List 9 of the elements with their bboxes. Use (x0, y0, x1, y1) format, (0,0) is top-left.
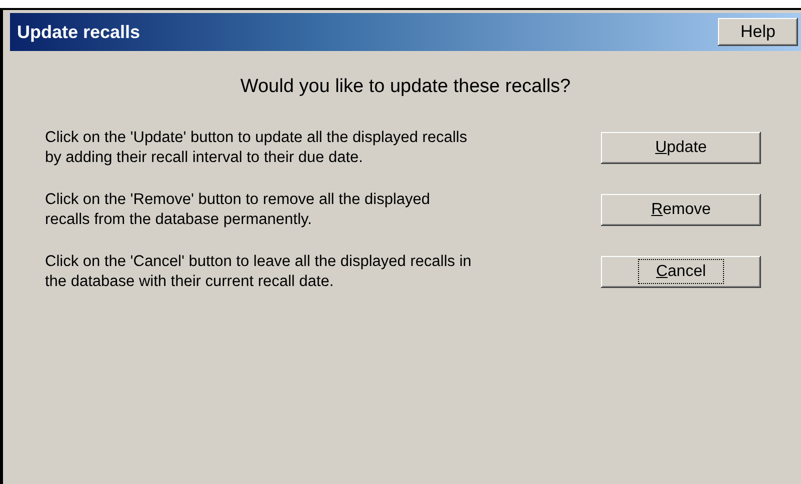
instruction-text: Click on the 'Cancel' button to leave all the displayed recalls in the database with their current recall date. (45, 252, 472, 292)
window-title: Update recalls (17, 20, 140, 44)
action-button[interactable]: Update (601, 132, 761, 164)
action-button[interactable]: Cancel (601, 256, 761, 288)
help-button[interactable]: Help (718, 18, 798, 46)
action-button[interactable]: Remove (601, 194, 761, 226)
instruction-text: Click on the 'Update' button to update all the displayed recalls by adding their recall interval to their due date. (45, 128, 468, 168)
question-text: Would you like to update these recalls? (239, 75, 572, 99)
instruction-text: Click on the 'Remove' button to remove all the displayed recalls from the database permanently. (45, 190, 432, 230)
